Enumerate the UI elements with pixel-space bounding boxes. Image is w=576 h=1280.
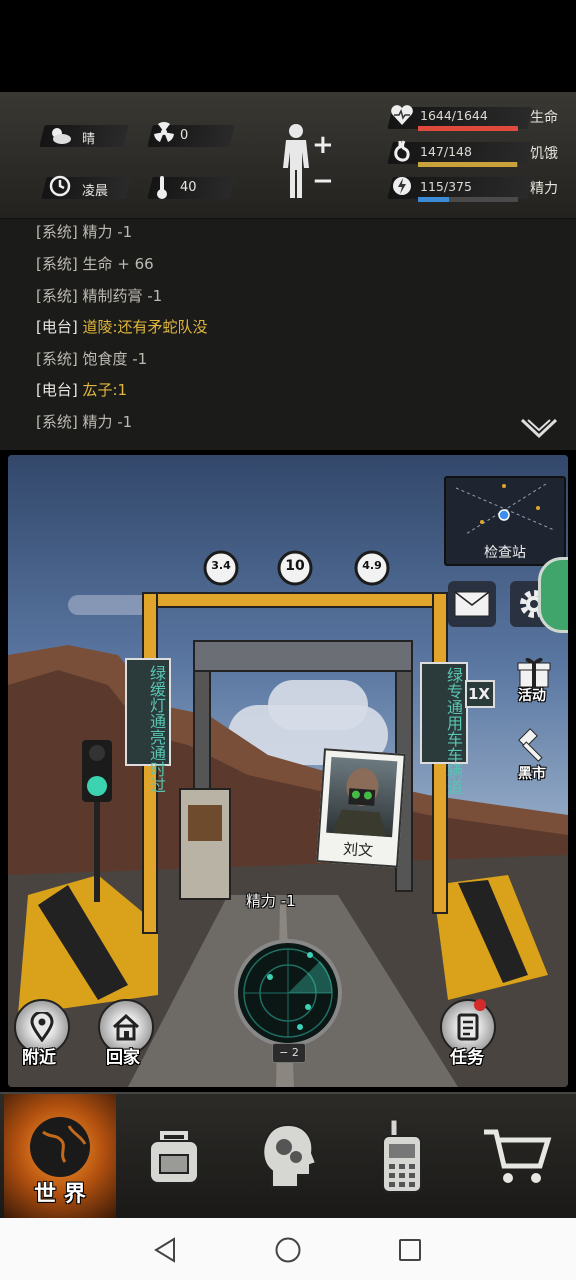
nav-backpack[interactable]	[118, 1094, 230, 1218]
log-line: [系统] 饱食度 -1	[36, 350, 148, 368]
nav-world-label: 世 界	[34, 1182, 86, 1207]
log-line: [电台] 厷子:1	[36, 381, 128, 399]
npc-portrait	[326, 756, 398, 838]
nearby-label[interactable]: 附近	[22, 1043, 56, 1068]
log-line: [系统] 精力 -1	[36, 413, 133, 431]
recents-square-icon[interactable]	[398, 1238, 422, 1266]
right-board-text: 绿专通用车车辆道	[444, 667, 463, 795]
stomach-icon	[388, 139, 416, 167]
nav-radio[interactable]	[346, 1094, 458, 1218]
energy-label: 精力	[530, 181, 558, 197]
radiation-value: 0	[180, 128, 189, 143]
heart-icon	[388, 104, 416, 132]
minus-icon[interactable]: −	[312, 166, 334, 196]
chat-bubble-icon[interactable]	[538, 557, 568, 633]
left-board-text: 绿缓灯通亮通时过	[147, 665, 166, 793]
health-bar	[418, 126, 518, 131]
speed-sign-text: 10	[285, 558, 305, 574]
black-market-hammer-icon[interactable]	[516, 727, 552, 763]
energy-bar	[418, 197, 449, 202]
speed-sign-text: 4.9	[362, 559, 382, 572]
walkie-talkie-icon	[382, 1119, 422, 1193]
shopping-cart-icon	[484, 1129, 552, 1183]
head-gears-icon	[262, 1123, 318, 1188]
events-label[interactable]: 活动	[518, 685, 546, 705]
quest-notification-dot	[474, 999, 486, 1011]
radar-scanner[interactable]	[236, 941, 340, 1045]
radar-counter: − 2	[272, 1043, 306, 1063]
weather-text: 晴	[82, 132, 96, 147]
home-label[interactable]: 回家	[106, 1043, 140, 1068]
back-triangle-icon[interactable]	[152, 1237, 178, 1267]
log-expand-chevron-icon[interactable]	[520, 416, 558, 444]
nav-shop[interactable]	[460, 1094, 572, 1218]
events-gift-icon[interactable]	[516, 655, 552, 689]
radiation-icon	[150, 121, 178, 149]
globe-icon	[30, 1117, 90, 1177]
message-log[interactable]: [系统] 精力 -1 [系统] 生命 + 66 [系统] 精制药膏 -1 [电台…	[0, 219, 576, 450]
nav-world[interactable]: 世 界	[4, 1094, 116, 1218]
nav-skills[interactable]	[232, 1094, 344, 1218]
quests-label[interactable]: 任务	[450, 1043, 484, 1068]
clock-icon	[46, 174, 74, 202]
hunger-label: 饥饿	[530, 146, 558, 162]
log-line: [系统] 生命 + 66	[36, 255, 154, 273]
npc-name: 刘文	[342, 839, 374, 860]
android-navigation-bar	[0, 1218, 576, 1280]
bottom-navigation: 世 界	[0, 1092, 576, 1220]
time-of-day-text: 凌晨	[82, 184, 109, 199]
mail-icon[interactable]	[448, 581, 496, 627]
location-minimap[interactable]: 检查站	[444, 476, 566, 566]
floating-status-text: 精力 -1	[246, 892, 296, 910]
plus-icon[interactable]: +	[312, 130, 334, 160]
log-line: [电台] 道陵:还有矛蛇队没	[36, 318, 208, 336]
health-label: 生命	[530, 110, 558, 126]
hunger-value: 147/148	[420, 144, 472, 159]
log-line: [系统] 精力 -1	[36, 223, 133, 241]
energy-bolt-icon	[388, 174, 416, 202]
npc-card[interactable]: 刘文	[316, 748, 406, 868]
character-body-icon[interactable]	[276, 122, 316, 202]
black-market-label[interactable]: 黑市	[518, 763, 546, 783]
hunger-bar	[418, 162, 517, 167]
log-line: [系统] 精制药膏 -1	[36, 287, 163, 305]
status-header: 晴 0 凌晨 40 + − 1644/1644 生命 147/148 饥饿 11…	[0, 92, 576, 220]
thermometer-icon	[148, 174, 176, 202]
temperature-value: 40	[180, 180, 197, 195]
backpack-icon	[149, 1131, 199, 1184]
speed-sign-text: 3.4	[211, 559, 231, 572]
game-scene[interactable]: 3.4 10 4.9 绿缓灯通亮通时过 绿专通用车车辆道 1X 检查站 活动 黑…	[8, 455, 568, 1087]
weather-sun-icon	[46, 122, 74, 150]
health-value: 1644/1644	[420, 108, 488, 123]
home-circle-icon[interactable]	[274, 1236, 302, 1268]
energy-value: 115/375	[420, 179, 472, 194]
location-name: 检查站	[484, 545, 526, 561]
limit-sign-text: 1X	[468, 685, 491, 703]
